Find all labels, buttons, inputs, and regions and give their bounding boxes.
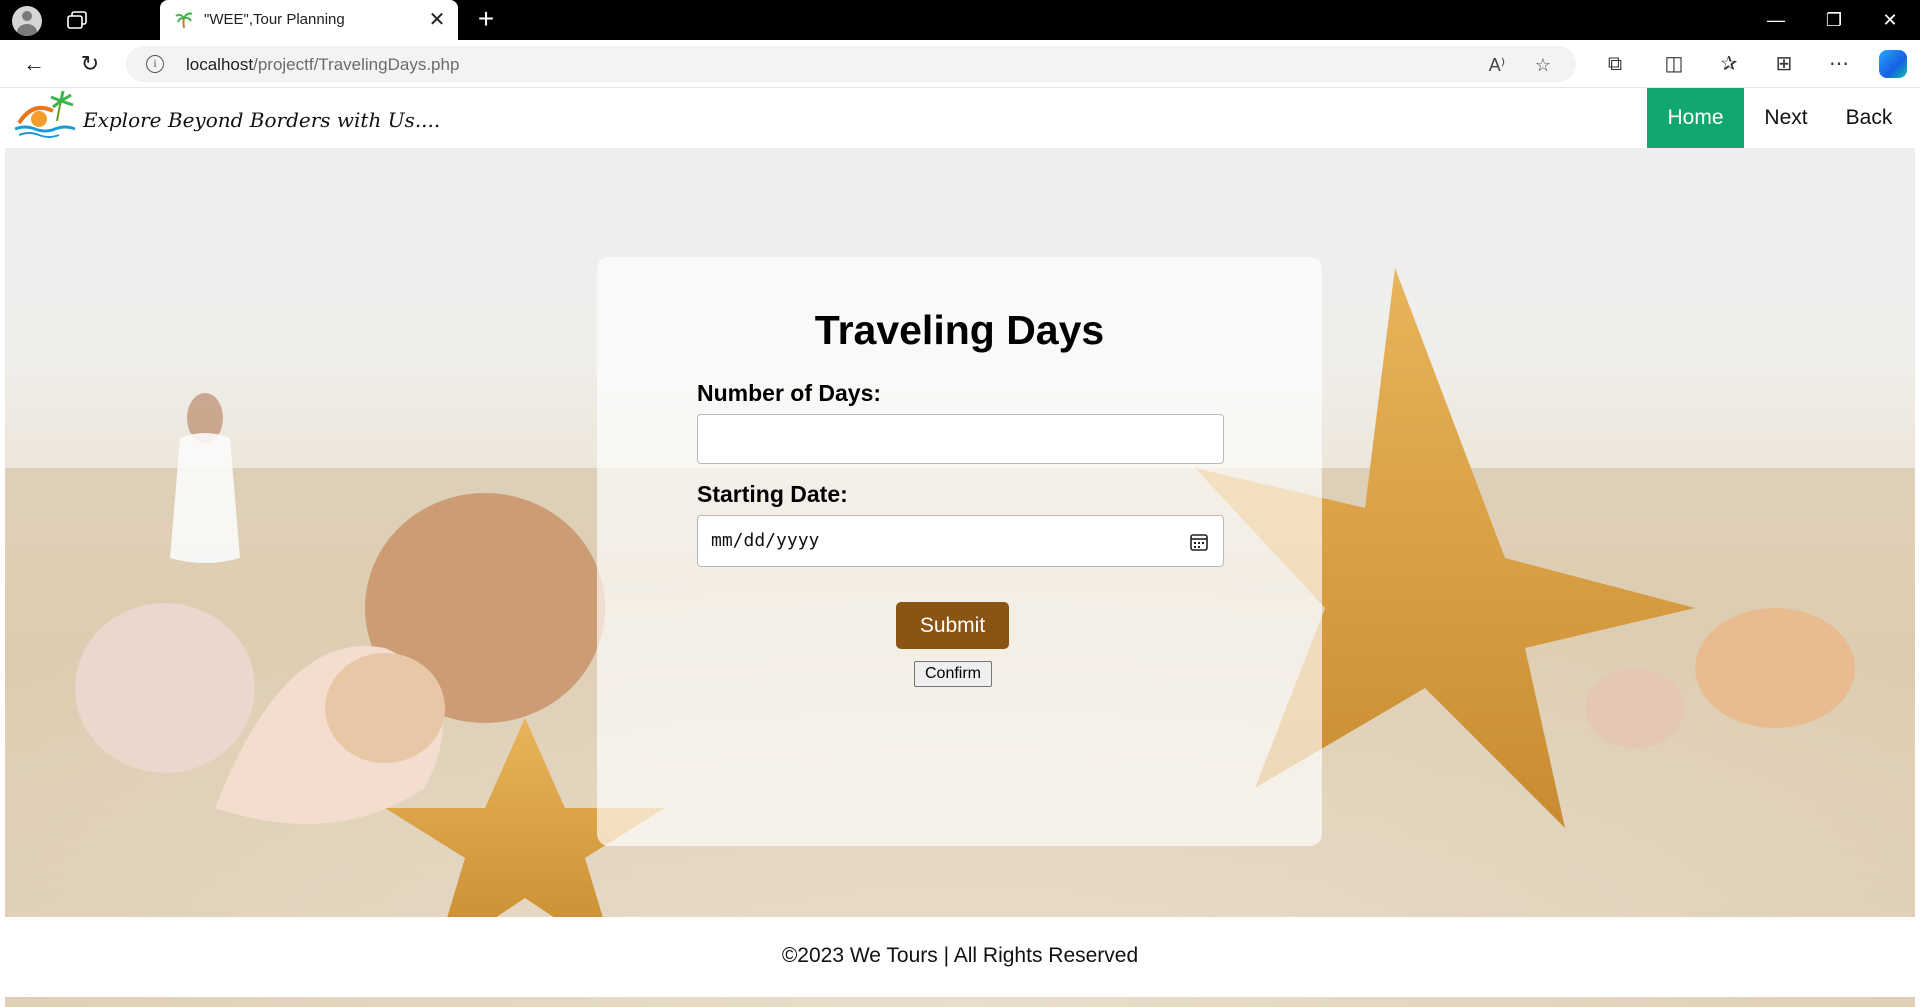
- refresh-icon[interactable]: ↻: [74, 48, 106, 80]
- browser-tab[interactable]: "WEE",Tour Planning ✕: [160, 0, 458, 40]
- date-label: Starting Date:: [697, 481, 848, 507]
- days-input[interactable]: [697, 414, 1224, 464]
- address-bar: ← ↻ i localhost/projectf/TravelingDays.p…: [0, 40, 1920, 88]
- extensions-icon[interactable]: ⧉: [1601, 50, 1629, 78]
- submit-button[interactable]: Submit: [896, 602, 1009, 649]
- url-host: localhost: [186, 55, 254, 74]
- favorite-star-icon[interactable]: ☆: [1532, 54, 1554, 76]
- close-icon[interactable]: ✕: [426, 9, 448, 31]
- web-page: Explore Beyond Borders with Us.... Home …: [5, 88, 1915, 1007]
- collections-icon[interactable]: ⊞: [1770, 50, 1798, 78]
- favorites-icon[interactable]: ✰: [1715, 50, 1743, 78]
- traveling-days-form: Traveling Days Number of Days: Starting …: [597, 257, 1322, 846]
- new-tab-icon[interactable]: +: [470, 4, 502, 36]
- confirm-button[interactable]: Confirm: [914, 661, 992, 687]
- info-icon[interactable]: i: [146, 55, 164, 73]
- read-aloud-icon[interactable]: A⁾: [1486, 54, 1508, 76]
- browser-title-bar: "WEE",Tour Planning ✕ + — ❐ ✕: [0, 0, 1920, 40]
- minimize-icon[interactable]: —: [1748, 0, 1804, 40]
- site-tagline: Explore Beyond Borders with Us....: [83, 108, 441, 132]
- copyright-text: ©2023 We Tours | All Rights Reserved: [781, 944, 1139, 967]
- close-window-icon[interactable]: ✕: [1862, 0, 1918, 40]
- url-text[interactable]: localhost/projectf/TravelingDays.php: [186, 55, 459, 75]
- we-tours-logo[interactable]: [13, 91, 79, 139]
- nav-home-link[interactable]: Home: [1647, 88, 1744, 148]
- workspaces-icon[interactable]: [66, 10, 88, 30]
- site-favicon-icon: [175, 12, 193, 29]
- site-footer: ©2023 We Tours | All Rights Reserved: [5, 917, 1915, 997]
- url-field[interactable]: i localhost/projectf/TravelingDays.php A…: [126, 46, 1576, 82]
- nav-back-link[interactable]: Back: [1830, 88, 1908, 148]
- tab-title: "WEE",Tour Planning: [204, 11, 345, 28]
- more-icon[interactable]: ⋯: [1825, 50, 1853, 78]
- days-label: Number of Days:: [697, 380, 882, 406]
- site-header: Explore Beyond Borders with Us.... Home …: [5, 88, 1915, 148]
- nav-next-link[interactable]: Next: [1752, 88, 1820, 148]
- url-path: /projectf/TravelingDays.php: [253, 55, 460, 74]
- date-placeholder: mm/dd/yyyy: [711, 530, 820, 551]
- back-icon[interactable]: ←: [18, 48, 50, 80]
- restore-icon[interactable]: ❐: [1806, 0, 1862, 40]
- split-screen-icon[interactable]: ◫: [1660, 50, 1688, 78]
- profile-icon[interactable]: [12, 6, 42, 36]
- form-title: Traveling Days: [814, 307, 1105, 353]
- start-date-input[interactable]: mm/dd/yyyy: [697, 515, 1224, 567]
- copilot-icon[interactable]: [1879, 50, 1907, 78]
- calendar-icon[interactable]: [1189, 532, 1209, 552]
